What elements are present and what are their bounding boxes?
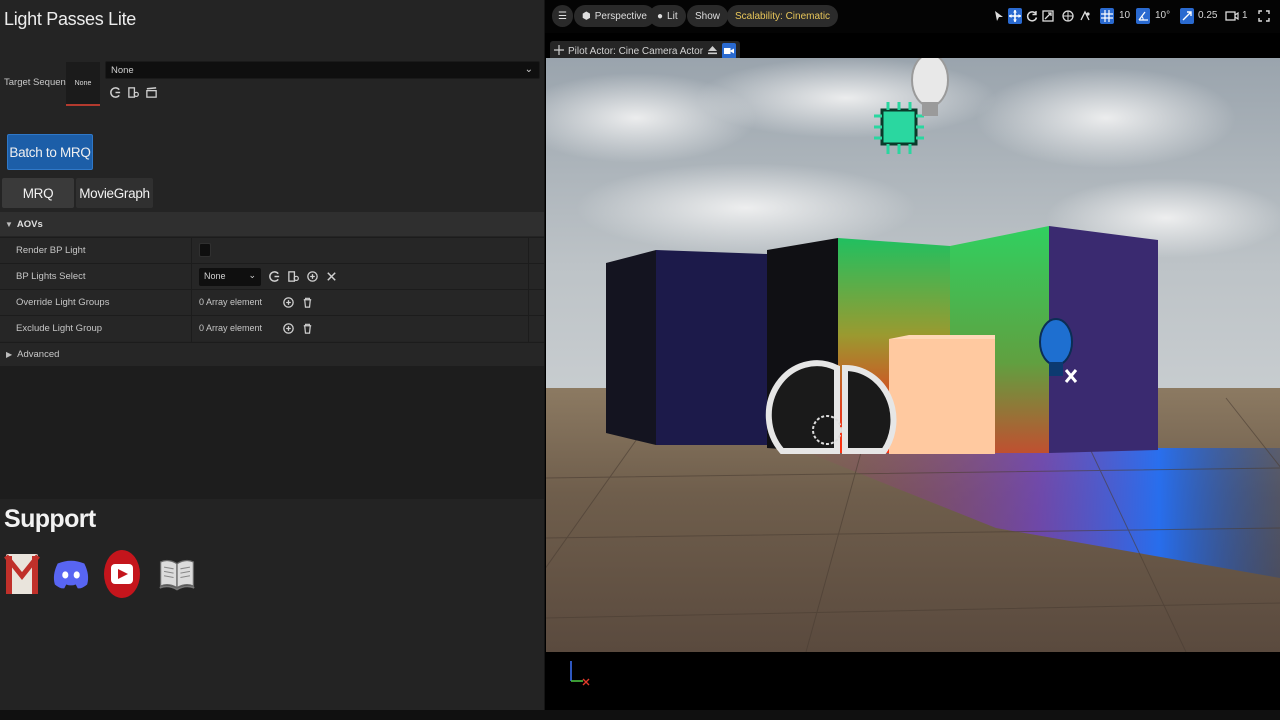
- sequence-thumbnail[interactable]: None: [66, 62, 100, 106]
- clapperboard-icon[interactable]: [144, 85, 158, 99]
- row-render-bp-light: Render BP Light: [0, 237, 544, 264]
- chevron-down-icon: ⌄: [524, 64, 533, 75]
- row-exclude-light-group: Exclude Light Group 0 Array element: [0, 315, 544, 342]
- documentation-book-icon[interactable]: [158, 552, 196, 596]
- scene-image: [546, 58, 1280, 652]
- chevron-down-icon: ⌄: [248, 270, 256, 280]
- bp-lights-select-value: None: [204, 271, 226, 281]
- override-array-actions: [281, 295, 314, 309]
- exclude-light-group-count: 0 Array element: [199, 323, 263, 333]
- expand-triangle-icon: ▶: [6, 350, 13, 359]
- trash-icon[interactable]: [300, 321, 314, 335]
- viewport-toolbar: ☰ ⬢ Perspective ● Lit Show Scalability: …: [545, 0, 1280, 33]
- override-light-groups-label: Override Light Groups: [16, 297, 110, 308]
- viewport-menu-button[interactable]: ☰: [552, 5, 573, 27]
- use-selected-icon[interactable]: [108, 85, 122, 99]
- lit-label: Lit: [667, 10, 678, 22]
- gmail-icon[interactable]: [3, 552, 41, 596]
- browse-asset-icon[interactable]: [286, 269, 300, 283]
- grid-snap-value[interactable]: 10: [1119, 10, 1130, 21]
- editor-window: Light Passes Lite Target Sequence None N…: [0, 0, 1280, 720]
- column-divider: [528, 316, 529, 342]
- rotation-snap-icon[interactable]: [1136, 8, 1150, 24]
- section-aovs[interactable]: ▼ AOVs: [0, 212, 544, 236]
- column-divider[interactable]: [191, 238, 192, 264]
- column-divider: [528, 290, 529, 316]
- column-divider[interactable]: [191, 290, 192, 316]
- grid-snap-icon[interactable]: [1100, 8, 1114, 24]
- camera-speed-value[interactable]: 1: [1242, 10, 1248, 21]
- support-title: Support: [4, 505, 96, 533]
- scene-render[interactable]: [546, 58, 1280, 652]
- cube-icon: ⬢: [582, 10, 591, 22]
- section-aovs-label: AOVs: [16, 218, 43, 230]
- column-divider[interactable]: [191, 264, 192, 290]
- sequence-thumbnail-text: None: [74, 79, 92, 87]
- axis-gizmo: [565, 657, 591, 692]
- row-override-light-groups: Override Light Groups 0 Array element: [0, 289, 544, 316]
- trash-icon[interactable]: [300, 295, 314, 309]
- level-viewport[interactable]: ☰ ⬢ Perspective ● Lit Show Scalability: …: [545, 0, 1280, 710]
- bp-lights-select-dropdown[interactable]: None ⌄: [199, 268, 261, 286]
- rotate-icon[interactable]: [1025, 8, 1039, 24]
- panel-title: Light Passes Lite: [4, 9, 136, 29]
- target-sequence-dropdown[interactable]: None ⌄: [105, 61, 540, 79]
- column-divider: [528, 264, 529, 290]
- tab-mrq[interactable]: MRQ: [2, 178, 74, 208]
- bp-lights-actions: [267, 269, 338, 283]
- rotation-snap-value[interactable]: 10°: [1155, 10, 1170, 21]
- light-passes-panel: Light Passes Lite Target Sequence None N…: [0, 0, 544, 710]
- column-divider: [528, 238, 529, 264]
- add-element-icon[interactable]: [281, 321, 295, 335]
- perspective-label: Perspective: [594, 10, 647, 22]
- discord-icon[interactable]: [52, 552, 90, 596]
- add-element-icon[interactable]: [281, 295, 295, 309]
- clear-x-icon[interactable]: [324, 269, 338, 283]
- camera-speed-icon[interactable]: [1225, 8, 1239, 24]
- render-mode-tabs: MRQ MovieGraph: [2, 178, 153, 208]
- exclude-light-group-label: Exclude Light Group: [16, 323, 103, 334]
- show-button[interactable]: Show: [687, 5, 729, 27]
- surface-snapping-icon[interactable]: [1078, 8, 1092, 24]
- render-bp-light-checkbox[interactable]: [199, 243, 211, 257]
- scale-snap-value[interactable]: 0.25: [1198, 10, 1217, 21]
- maximize-viewport-icon[interactable]: [1257, 8, 1271, 24]
- target-sequence-value: None: [111, 65, 134, 76]
- scale-icon[interactable]: [1041, 8, 1055, 24]
- browse-asset-icon[interactable]: [126, 85, 140, 99]
- column-divider[interactable]: [191, 316, 192, 342]
- override-light-groups-count: 0 Array element: [199, 297, 263, 307]
- camera-lock-icon[interactable]: [722, 43, 737, 59]
- tab-moviegraph[interactable]: MovieGraph: [76, 178, 153, 208]
- perspective-button[interactable]: ⬢ Perspective: [574, 5, 655, 27]
- youtube-icon[interactable]: [103, 550, 141, 598]
- pilot-actor-label: Pilot Actor: Cine Camera Actor: [568, 45, 704, 57]
- add-icon[interactable]: [305, 269, 319, 283]
- row-bp-lights-select: BP Lights Select None ⌄: [0, 263, 544, 290]
- translate-icon[interactable]: [1008, 8, 1022, 24]
- hamburger-menu-icon: ☰: [558, 10, 567, 22]
- section-advanced-label: Advanced: [17, 349, 60, 360]
- lit-sphere-icon: ●: [657, 10, 664, 22]
- batch-to-mrq-button[interactable]: Batch to MRQ: [7, 134, 93, 170]
- select-mode-icon[interactable]: [992, 8, 1006, 24]
- render-bp-light-label: Render BP Light: [16, 245, 86, 256]
- details-empty-area: [0, 366, 544, 499]
- status-bar: [0, 710, 1280, 720]
- exclude-array-actions: [281, 321, 314, 335]
- support-section: Support: [0, 499, 544, 710]
- sequence-actions: [108, 85, 158, 99]
- world-space-globe-icon[interactable]: [1061, 8, 1075, 24]
- use-selected-icon[interactable]: [267, 269, 281, 283]
- section-advanced[interactable]: ▶ Advanced: [0, 342, 544, 366]
- scalability-button[interactable]: Scalability: Cinematic: [727, 5, 839, 27]
- bp-lights-select-label: BP Lights Select: [16, 271, 86, 282]
- pilot-crosshair-icon: [554, 44, 564, 58]
- scale-snap-icon[interactable]: [1180, 8, 1194, 24]
- collapse-triangle-icon: ▼: [5, 219, 13, 229]
- show-label: Show: [695, 10, 721, 22]
- lit-button[interactable]: ● Lit: [649, 5, 686, 27]
- eject-icon[interactable]: [707, 45, 718, 58]
- scalability-label: Scalability: Cinematic: [735, 10, 831, 22]
